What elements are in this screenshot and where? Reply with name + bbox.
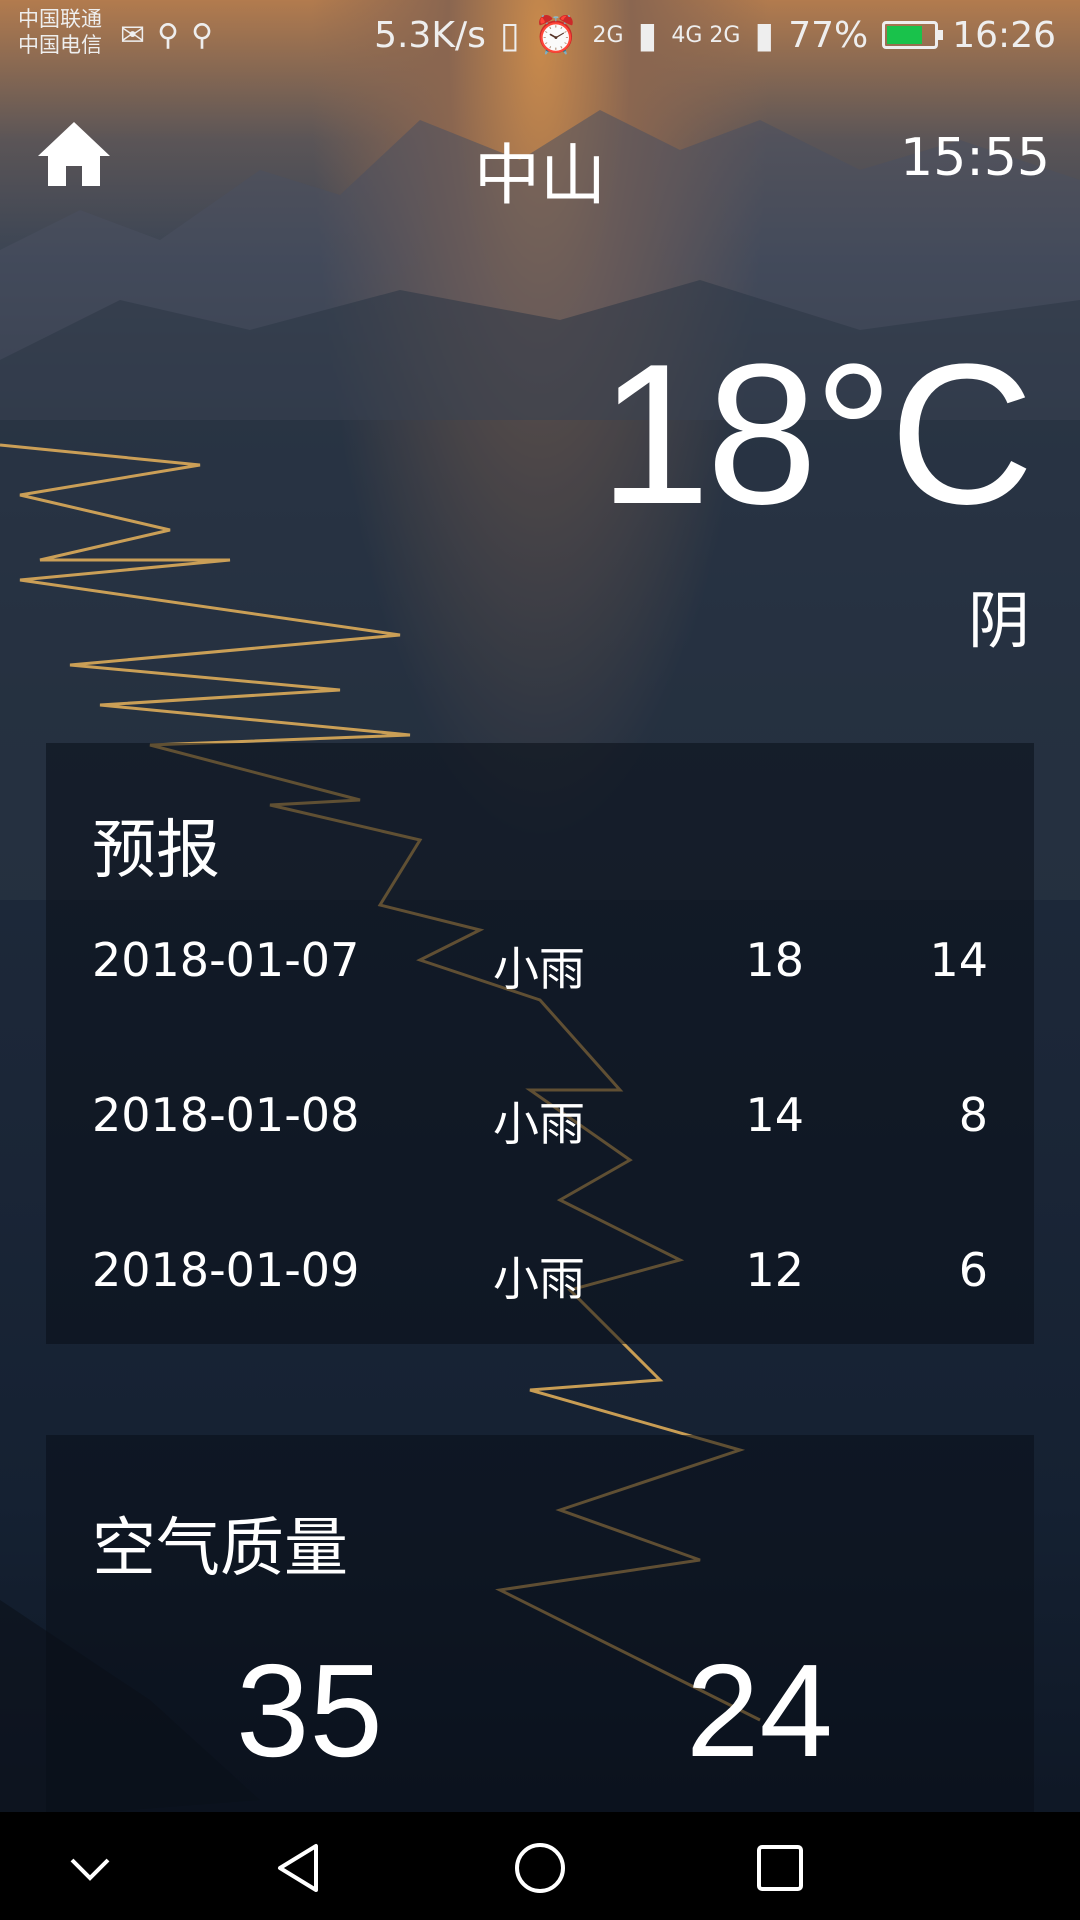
forecast-row: 2018-01-09 小雨 12 6 — [46, 1243, 1034, 1306]
forecast-row: 2018-01-08 小雨 14 8 — [46, 1088, 1034, 1151]
collapse-chevron-icon[interactable] — [62, 1840, 118, 1896]
sim2-type: 4G 2G — [671, 22, 741, 48]
forecast-info: 小雨 — [493, 1252, 585, 1306]
forecast-card: 预报 2018-01-07 小雨 18 14 2018-01-08 小雨 14 … — [46, 743, 1034, 1344]
forecast-date: 2018-01-09 — [92, 1243, 360, 1297]
forecast-date: 2018-01-07 — [92, 933, 360, 987]
forecast-info: 小雨 — [493, 942, 585, 996]
battery-icon — [882, 21, 944, 49]
forecast-row: 2018-01-07 小雨 18 14 — [46, 933, 1034, 996]
vibrate-icon: ▯ — [499, 14, 520, 56]
forecast-date: 2018-01-08 — [92, 1088, 360, 1142]
forecast-min: 8 — [958, 1088, 988, 1142]
back-triangle-icon[interactable] — [272, 1840, 328, 1896]
current-weather-info: 阴 — [967, 584, 1030, 657]
forecast-title: 预报 — [92, 814, 220, 888]
signal-icon: ▮ — [637, 14, 658, 56]
signal-icon: ▮ — [754, 14, 775, 56]
forecast-max: 18 — [745, 933, 804, 987]
forecast-min: 14 — [929, 933, 988, 987]
aqi-value: 35 — [236, 1637, 383, 1784]
status-clock: 16:26 — [952, 14, 1056, 56]
carrier-2: 中国电信 — [18, 33, 102, 57]
aqi-title: 空气质量 — [92, 1512, 348, 1586]
current-temperature: 18°C — [599, 323, 1034, 546]
sim1-type: 2G — [592, 22, 624, 48]
pm25-value: 24 — [686, 1637, 833, 1784]
update-time: 15:55 — [900, 128, 1050, 188]
carrier-1: 中国联通 — [18, 7, 102, 31]
navigation-bar — [0, 1812, 1080, 1920]
forecast-max: 12 — [745, 1243, 804, 1297]
forecast-min: 6 — [958, 1243, 988, 1297]
aqi-card: 空气质量 35 24 — [46, 1435, 1034, 1830]
forecast-max: 14 — [745, 1088, 804, 1142]
alarm-icon: ⏰ — [533, 15, 579, 56]
forecast-info: 小雨 — [493, 1097, 585, 1151]
home-circle-icon[interactable] — [512, 1840, 568, 1896]
net-speed: 5.3K/s — [374, 14, 486, 56]
mail-icon: ✉ — [120, 18, 158, 53]
status-right: 5.3K/s ▯ ⏰ 2G ▮ 4G 2G ▮ 77% 16:26 — [374, 14, 1056, 57]
status-bar: 中国联通 中国电信 ✉⚲⚲ 5.3K/s ▯ ⏰ 2G ▮ 4G 2G ▮ 77… — [0, 0, 1080, 72]
usb-icon: ⚲ — [191, 18, 226, 53]
notification-icons: ✉⚲⚲ — [120, 18, 225, 53]
recents-square-icon[interactable] — [752, 1840, 808, 1896]
battery-percent: 77% — [788, 14, 869, 56]
carrier-labels: 中国联通 中国电信 — [18, 6, 102, 58]
usb-icon: ⚲ — [157, 18, 192, 53]
